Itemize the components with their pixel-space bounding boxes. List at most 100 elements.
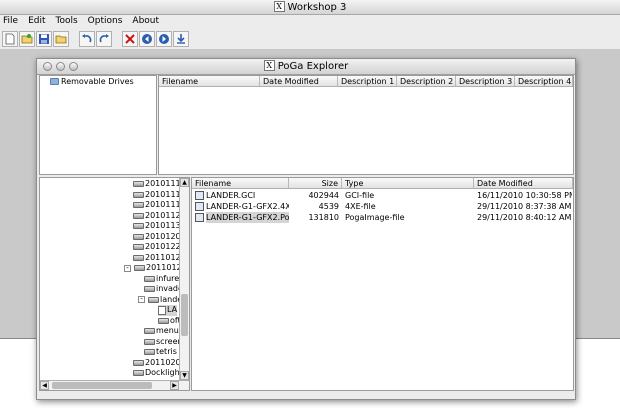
tree-item[interactable]: invade: [144, 284, 183, 295]
drive-icon: [133, 191, 144, 198]
col-file-date[interactable]: Date Modified: [474, 178, 573, 188]
file-name-cell: LANDER-G1-GFX2.PogaI...: [206, 212, 289, 223]
download-icon: [177, 33, 185, 44]
tree-hscroll-thumb[interactable]: [52, 382, 152, 389]
tree-item-label: infure: [156, 273, 180, 283]
col-file-type[interactable]: Type: [342, 178, 474, 188]
menu-edit[interactable]: Edit: [28, 15, 45, 28]
drive-icon: [133, 370, 144, 377]
menu-options[interactable]: Options: [88, 15, 123, 28]
removable-drives-item[interactable]: Removable Drives: [50, 77, 134, 86]
tree-item-label: Docklight: [145, 368, 183, 377]
scroll-down-icon[interactable]: ▼: [180, 371, 189, 380]
explorer-title: PoGa Explorer: [277, 61, 349, 72]
folder-icon: [55, 35, 67, 43]
tree-item[interactable]: 20110126: [133, 253, 186, 264]
file-row[interactable]: LANDER-G1-GFX2.PogaI... 131810 PogaImage-f…: [192, 212, 571, 223]
drive-icon: [144, 286, 155, 293]
file-icon: [158, 305, 166, 315]
window-controls: [43, 62, 78, 71]
menu-tools[interactable]: Tools: [56, 15, 78, 28]
file-name-cell: LANDER-G1-GFX2.4XE: [206, 202, 289, 211]
collapse-toggle-icon[interactable]: -: [124, 264, 131, 272]
redo-button[interactable]: [96, 30, 112, 47]
tree-item[interactable]: 20101209: [133, 232, 186, 243]
col-description-4[interactable]: Description 4: [515, 76, 573, 86]
scroll-up-icon[interactable]: ▲: [180, 178, 189, 187]
undo-icon: [82, 33, 92, 42]
drive-icon: [133, 233, 144, 240]
col-file-size[interactable]: Size: [289, 178, 342, 188]
open-icon: [21, 33, 33, 43]
menu-file[interactable]: File: [3, 15, 18, 28]
tree-horizontal-scrollbar[interactable]: ◀ ▶: [40, 380, 189, 390]
col-description-1[interactable]: Description 1: [338, 76, 397, 86]
col-filename[interactable]: Filename: [159, 76, 260, 86]
scroll-left-icon[interactable]: ◀: [40, 381, 49, 390]
tree-item-label: tetris: [156, 347, 177, 356]
tree-scroll-thumb[interactable]: [181, 294, 188, 336]
tree-item[interactable]: 20101130: [133, 221, 186, 232]
minimize-window-button[interactable]: [56, 62, 65, 71]
file-row[interactable]: LANDER.GCI 402944 GCI-file 16/11/2010 10:30…: [192, 190, 572, 201]
collapse-toggle-icon[interactable]: -: [138, 296, 145, 304]
file-date-cell: 29/11/2010 8:37:38 AM: [477, 202, 572, 211]
download-button[interactable]: [173, 30, 189, 47]
forward-icon: [159, 33, 169, 44]
tree-item[interactable]: -20110128: [124, 263, 187, 274]
explorer-title-bar[interactable]: X PoGa Explorer: [37, 59, 575, 75]
drives-pane: Removable Drives: [39, 75, 157, 175]
main-window-title: Workshop 3: [287, 2, 347, 13]
x11-icon: X: [273, 1, 285, 12]
tree-item-label: LA: [167, 305, 178, 314]
drive-icon: [133, 202, 144, 209]
pogaimage-file-icon: [195, 213, 204, 222]
file-list-pane: Filename Size Type Date Modified LANDER.…: [191, 177, 574, 391]
tree-item[interactable]: menu: [144, 326, 179, 337]
back-button[interactable]: [139, 30, 155, 47]
tree-item[interactable]: oft: [158, 316, 181, 327]
new-button[interactable]: [2, 30, 18, 47]
col-file-filename[interactable]: Filename: [192, 178, 289, 188]
drive-icon: [133, 223, 144, 230]
tree-vertical-scrollbar[interactable]: ▲ ▼: [179, 178, 189, 380]
folder-tree-pane: 20101114v 20101117p 20101117t 20101124p 2010…: [39, 177, 190, 391]
tree-item[interactable]: tetris: [144, 347, 177, 358]
col-description-3[interactable]: Description 3: [456, 76, 515, 86]
file-type-cell: GCI-file: [345, 191, 375, 200]
undo-button[interactable]: [79, 30, 95, 47]
file-name-cell: LANDER.GCI: [206, 191, 256, 200]
tree-item[interactable]: LA: [158, 305, 178, 316]
menu-about[interactable]: About: [132, 15, 159, 28]
tree-item[interactable]: screen: [144, 337, 183, 348]
save-icon: [39, 33, 49, 44]
menu-bar: File Edit Tools Options About: [0, 15, 620, 28]
save-button[interactable]: [36, 30, 52, 47]
zoom-window-button[interactable]: [69, 62, 78, 71]
drive-icon: [144, 338, 155, 345]
gci-file-icon: [195, 191, 204, 200]
file-size-cell: 4539: [318, 202, 339, 211]
forward-button[interactable]: [156, 30, 172, 47]
delete-button[interactable]: [122, 30, 138, 47]
close-window-button[interactable]: [43, 62, 52, 71]
tree-item[interactable]: Docklight: [133, 368, 183, 379]
poga-explorer-window: X PoGa Explorer Removable Drives Filename…: [36, 58, 576, 400]
drive-icon: [133, 359, 144, 366]
file-row[interactable]: LANDER-G1-GFX2.4XE 4539 4XE-file 29/11/2010…: [192, 201, 571, 212]
tree-item[interactable]: infure: [144, 274, 179, 285]
folder-button[interactable]: [53, 30, 69, 47]
details-header: Filename Date Modified Description 1 Des…: [159, 76, 573, 87]
col-description-2[interactable]: Description 2: [397, 76, 456, 86]
drive-icon: [133, 181, 144, 188]
scroll-right-icon[interactable]: ▶: [170, 381, 179, 390]
drive-icon: [144, 328, 155, 335]
drive-icon: [134, 265, 145, 272]
file-date-cell: 16/11/2010 10:30:58 PM: [477, 191, 572, 200]
col-date-modified[interactable]: Date Modified: [260, 76, 338, 86]
tree-item[interactable]: 20110205: [133, 358, 186, 369]
drive-icon: [133, 254, 144, 261]
open-button[interactable]: [19, 30, 35, 47]
file-list-header: Filename Size Type Date Modified: [192, 178, 573, 189]
4xe-file-icon: [195, 202, 204, 211]
